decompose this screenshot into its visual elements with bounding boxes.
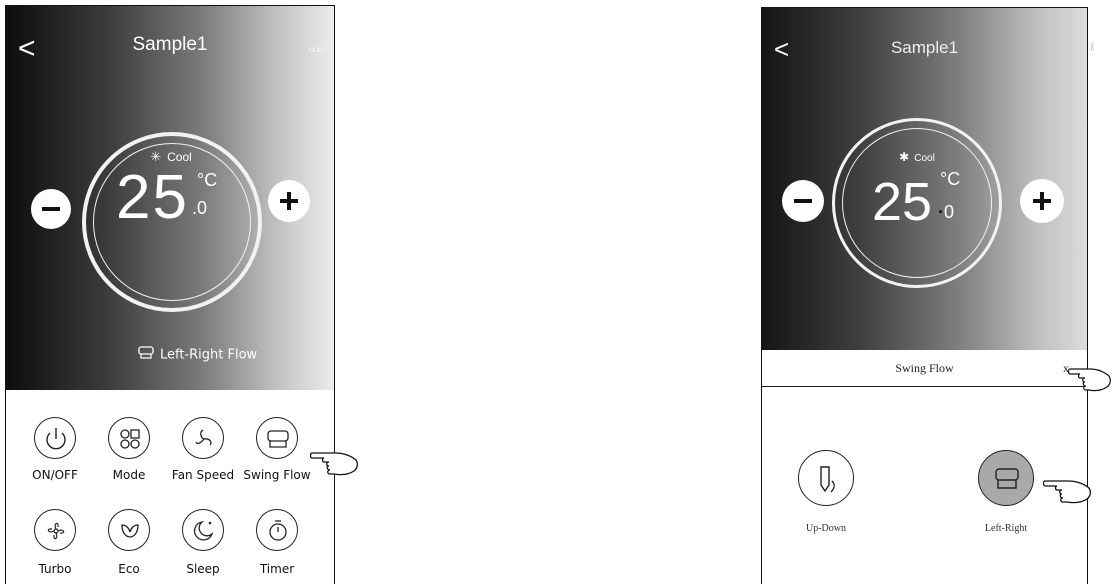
swing-flow-button[interactable] (256, 417, 298, 459)
swing-flow-label: Swing Flow (243, 468, 311, 482)
increase-temperature-button[interactable] (1020, 179, 1064, 223)
left-right-option-button[interactable] (978, 450, 1034, 506)
turbo-button[interactable] (34, 509, 76, 551)
sheet-title: Swing Flow (895, 361, 954, 375)
decrease-temperature-button[interactable] (31, 189, 71, 229)
mode-grid-icon (120, 429, 140, 449)
up-down-label: Up-Down (806, 523, 846, 534)
increase-temperature-button[interactable] (268, 180, 310, 222)
temperature-unit: °C (940, 169, 961, 189)
pointing-hand-icon (310, 452, 358, 476)
power-icon (46, 428, 66, 450)
temperature-unit: °C (197, 170, 218, 190)
fan-icon (195, 429, 212, 446)
edge-mark-icon: ⁒ (1090, 42, 1095, 52)
minus-icon (794, 199, 812, 203)
device-title: Sample1 (890, 38, 959, 57)
swing-flow-sheet-header: Swing Flow x (762, 350, 1087, 387)
sleep-moon-icon (193, 520, 214, 541)
pointing-hand-option-icon (1043, 480, 1091, 504)
eco-button[interactable] (108, 509, 150, 551)
sleep-button[interactable] (182, 509, 224, 551)
mode-indicator: ✱ Cool (762, 150, 1072, 164)
pointing-hand-close-icon (1068, 368, 1111, 392)
decrease-temperature-button[interactable] (782, 180, 824, 222)
temperature-decimal: .0 (192, 198, 208, 218)
temperature-decimal: ·0 (938, 202, 954, 223)
swing-flow-icon (267, 430, 289, 448)
temperature-panel: < Sample1 ○○○ ✳ Cool 25 °C .0 Left-Right … (6, 6, 334, 390)
more-options-button[interactable]: ○○○ (308, 44, 324, 56)
up-down-option-button[interactable] (798, 450, 854, 506)
left-right-label: Left-Right (984, 523, 1028, 534)
up-down-flow-icon (820, 466, 835, 493)
swing-flow-status-icon (138, 346, 154, 364)
timer-label: Timer (259, 562, 295, 576)
mode-label: Cool (914, 153, 935, 164)
ac-main-screen: < Sample1 ○○○ ✳ Cool 25 °C .0 Left-Right … (5, 5, 335, 584)
timer-button[interactable] (256, 509, 298, 551)
mode-button[interactable] (108, 417, 150, 459)
decimal-digit: 0 (944, 202, 955, 222)
turbo-icon (47, 522, 65, 540)
eco-leaf-icon (121, 524, 139, 538)
temperature-panel-dimmed: < Sample1 ✱ Cool 25 °C ·0 (762, 8, 1087, 350)
device-title: Sample1 (132, 34, 208, 55)
minus-icon (42, 207, 60, 211)
temperature-value: 25 (872, 172, 933, 232)
swing-flow-screen: < Sample1 ✱ Cool 25 °C ·0 Swing Flow x Up… (761, 7, 1088, 584)
on-off-button[interactable] (34, 417, 76, 459)
timer-icon (269, 520, 287, 541)
snowflake-icon: ✱ (899, 150, 910, 164)
flow-status-label: Left-Right Flow (160, 347, 258, 363)
flow-status: Left-Right Flow (138, 346, 257, 364)
fan-speed-button[interactable] (182, 417, 224, 459)
left-right-flow-icon (995, 468, 1019, 489)
temperature-value: 25 (116, 163, 189, 232)
